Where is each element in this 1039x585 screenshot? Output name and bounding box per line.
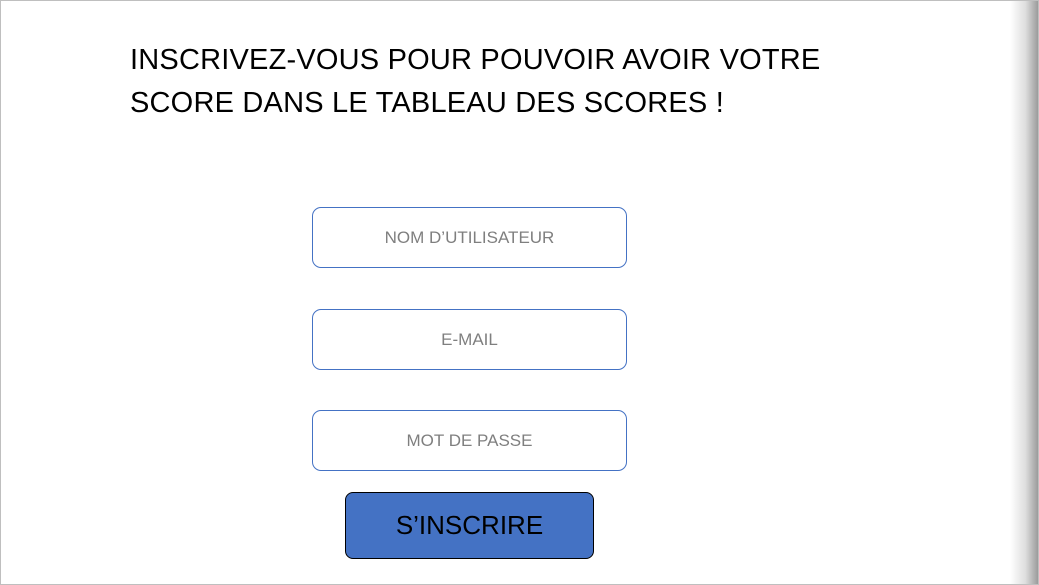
page-title-line-2: SCORE DANS LE TABLEAU DES SCORES ! xyxy=(130,87,724,119)
password-input[interactable] xyxy=(312,410,627,471)
page-title: INSCRIVEZ-VOUS POUR POUVOIR AVOIR VOTRE … xyxy=(130,39,830,125)
signup-screen: INSCRIVEZ-VOUS POUR POUVOIR AVOIR VOTRE … xyxy=(0,0,1039,585)
username-input[interactable] xyxy=(312,207,627,268)
edge-shadow xyxy=(1010,1,1038,584)
page-title-line-1: INSCRIVEZ-VOUS POUR POUVOIR AVOIR VOTRE xyxy=(130,44,821,76)
signup-button[interactable]: S’INSCRIRE xyxy=(345,492,594,559)
email-input[interactable] xyxy=(312,309,627,370)
